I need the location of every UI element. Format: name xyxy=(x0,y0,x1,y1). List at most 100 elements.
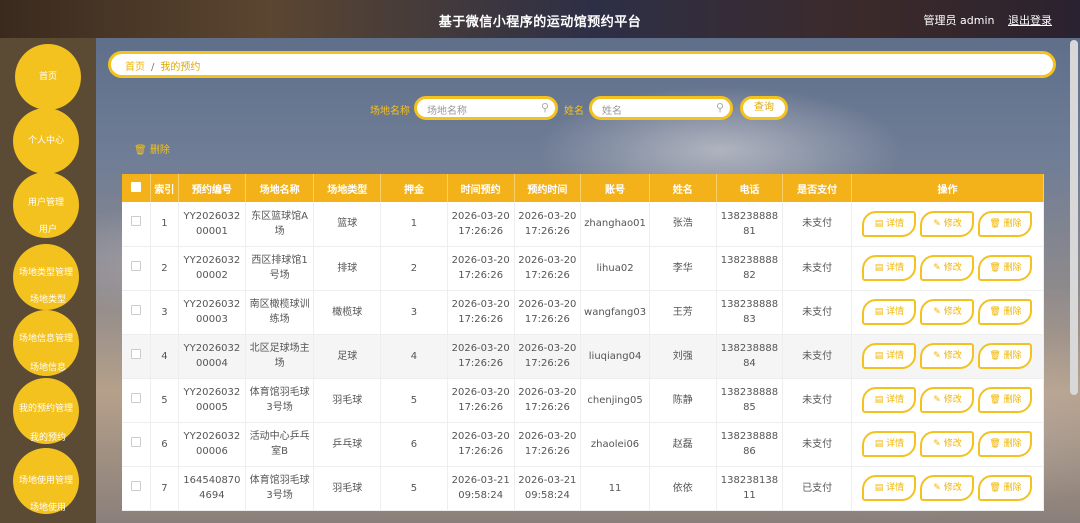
actions-cell: ▤ 详情 ✎ 修改 🗑 删除 xyxy=(851,290,1044,335)
column-header[interactable]: 场地类型 xyxy=(313,174,382,202)
table-cell: 未支付 xyxy=(782,246,852,291)
query-button[interactable]: 查询 xyxy=(740,96,788,120)
table-row: 4 YY202603200004 北区足球场主场 足球 4 2026-03-20 17:2… xyxy=(122,334,1044,379)
sidebar-subitem-my-booking[interactable]: 我的预约 xyxy=(8,430,88,443)
delete-button[interactable]: 🗑 删除 xyxy=(978,299,1033,325)
row-checkbox[interactable] xyxy=(130,348,141,359)
logout-link[interactable]: 退出登录 xyxy=(1008,14,1052,27)
edit-label: 修改 xyxy=(943,439,962,449)
table-cell: 13823888881 xyxy=(716,202,784,247)
column-header[interactable]: 是否支付 xyxy=(782,174,852,202)
table-cell: 2026-03-20 17:26:26 xyxy=(514,290,582,335)
detail-button[interactable]: ▤ 详情 xyxy=(862,255,917,281)
breadcrumb-home[interactable]: 首页 xyxy=(125,62,145,73)
edit-button[interactable]: ✎ 修改 xyxy=(920,255,975,281)
column-header[interactable]: 索引 xyxy=(150,174,180,202)
table-cell: 北区足球场主场 xyxy=(245,334,315,379)
row-select-cell xyxy=(122,422,151,467)
table-cell: 羽毛球 xyxy=(313,466,382,511)
sidebar-subitem-venue-info[interactable]: 场地信息 xyxy=(8,360,88,373)
table-cell: 活动中心乒乓室B xyxy=(245,422,315,467)
delete-button[interactable]: 🗑 删除 xyxy=(978,210,1033,237)
row-checkbox[interactable] xyxy=(130,480,141,491)
table-cell: YY202603200002 xyxy=(178,246,246,291)
detail-button[interactable]: ▤ 详情 xyxy=(862,431,917,457)
row-checkbox[interactable] xyxy=(130,216,141,227)
bulk-delete-label: 删除 xyxy=(149,145,170,156)
delete-button[interactable]: 🗑 删除 xyxy=(978,343,1033,369)
delete-button[interactable]: 🗑 删除 xyxy=(978,387,1033,413)
detail-button[interactable]: ▤ 详情 xyxy=(862,475,917,501)
column-header[interactable]: 账号 xyxy=(580,174,650,202)
edit-button[interactable]: ✎ 修改 xyxy=(920,299,975,325)
bulk-delete-button[interactable]: 🗑 删除 xyxy=(134,141,170,156)
table-cell: 2026-03-20 17:26:26 xyxy=(514,246,582,291)
table-row: 1 YY202603200001 东区篮球馆A场 篮球 1 2026-03-20 17:2… xyxy=(122,202,1044,247)
actions-cell: ▤ 详情 ✎ 修改 🗑 删除 xyxy=(851,466,1044,511)
table-cell: 4 xyxy=(150,334,180,379)
table-row: 2 YY202603200002 西区排球馆1号场 排球 2 2026-03-20 17:… xyxy=(122,246,1044,291)
edit-button[interactable]: ✎ 修改 xyxy=(920,343,975,369)
sidebar-subitem-venue-type[interactable]: 场地类型 xyxy=(8,292,88,305)
detail-button[interactable]: ▤ 详情 xyxy=(862,299,917,325)
detail-button[interactable]: ▤ 详情 xyxy=(862,387,917,413)
row-checkbox[interactable] xyxy=(130,304,141,315)
table-cell: 2026-03-20 17:26:26 xyxy=(447,422,515,467)
column-header[interactable]: 时间预约 xyxy=(447,174,515,202)
table-cell: 3 xyxy=(150,290,180,335)
detail-button[interactable]: ▤ 详情 xyxy=(862,210,917,237)
column-header[interactable]: 预约编号 xyxy=(178,174,246,202)
select-all-cell xyxy=(122,174,151,202)
edit-button[interactable]: ✎ 修改 xyxy=(920,387,975,413)
table-cell: 2026-03-20 17:26:26 xyxy=(514,202,582,247)
row-select-cell xyxy=(122,466,151,511)
table-cell: 1645408704694 xyxy=(178,466,246,511)
delete-button[interactable]: 🗑 删除 xyxy=(978,255,1033,281)
actions-cell: ▤ 详情 ✎ 修改 🗑 删除 xyxy=(851,246,1044,291)
table-cell: 羽毛球 xyxy=(313,378,382,423)
table-cell: 13823888883 xyxy=(716,290,784,335)
column-header[interactable]: 押金 xyxy=(380,174,448,202)
table-cell: 2026-03-20 17:26:26 xyxy=(447,290,515,335)
column-header[interactable]: 电话 xyxy=(716,174,784,202)
trash-icon: 🗑 xyxy=(989,263,1001,273)
table-row: 7 1645408704694 体育馆羽毛球3号场 羽毛球 5 2026-03-21 09… xyxy=(122,466,1044,511)
table-cell: wangfang03 xyxy=(580,290,650,335)
edit-button[interactable]: ✎ 修改 xyxy=(920,431,975,457)
delete-label: 删除 xyxy=(1003,351,1022,361)
user-label: 管理员 admin xyxy=(923,14,995,27)
table-cell: 5 xyxy=(150,378,180,423)
column-header[interactable]: 姓名 xyxy=(649,174,717,202)
pencil-icon: ✎ xyxy=(933,483,941,493)
table-cell: 未支付 xyxy=(782,334,852,379)
pencil-icon: ✎ xyxy=(933,351,941,361)
table-row: 6 YY202603200006 活动中心乒乓室B 乒乓球 6 2026-03-20 17… xyxy=(122,422,1044,467)
trash-icon: 🗑 xyxy=(989,483,1001,493)
table-cell: 体育馆羽毛球3号场 xyxy=(245,378,315,423)
table-cell: 2026-03-21 09:58:24 xyxy=(514,466,582,511)
table-cell: 7 xyxy=(150,466,180,511)
page-scrollbar[interactable] xyxy=(1070,40,1078,395)
column-header[interactable]: 预约时间 xyxy=(514,174,582,202)
breadcrumb-separator: / xyxy=(151,62,155,73)
detail-button[interactable]: ▤ 详情 xyxy=(862,343,917,369)
column-header[interactable]: 场地名称 xyxy=(245,174,315,202)
column-header: 操作 xyxy=(851,174,1044,202)
edit-button[interactable]: ✎ 修改 xyxy=(920,210,975,237)
table-cell: liuqiang04 xyxy=(580,334,650,379)
edit-button[interactable]: ✎ 修改 xyxy=(920,475,975,501)
row-checkbox[interactable] xyxy=(130,260,141,271)
venue-name-label: 场地名称 xyxy=(370,106,410,117)
row-checkbox[interactable] xyxy=(130,392,141,403)
table-row: 5 YY202603200005 体育馆羽毛球3号场 羽毛球 5 2026-03-20 1… xyxy=(122,378,1044,423)
sidebar-subitem-user[interactable]: 用户 xyxy=(8,222,88,235)
venue-name-input[interactable]: 场地名称 ⚲ xyxy=(414,96,558,120)
sidebar-subitem-venue-usage[interactable]: 场地使用 xyxy=(8,500,88,513)
table-cell: 5 xyxy=(380,466,448,511)
name-input[interactable]: 姓名 ⚲ xyxy=(589,96,733,120)
edit-label: 修改 xyxy=(943,263,962,273)
delete-button[interactable]: 🗑 删除 xyxy=(978,475,1033,501)
delete-button[interactable]: 🗑 删除 xyxy=(978,431,1033,457)
row-checkbox[interactable] xyxy=(130,436,141,447)
select-all-checkbox[interactable] xyxy=(130,181,141,192)
